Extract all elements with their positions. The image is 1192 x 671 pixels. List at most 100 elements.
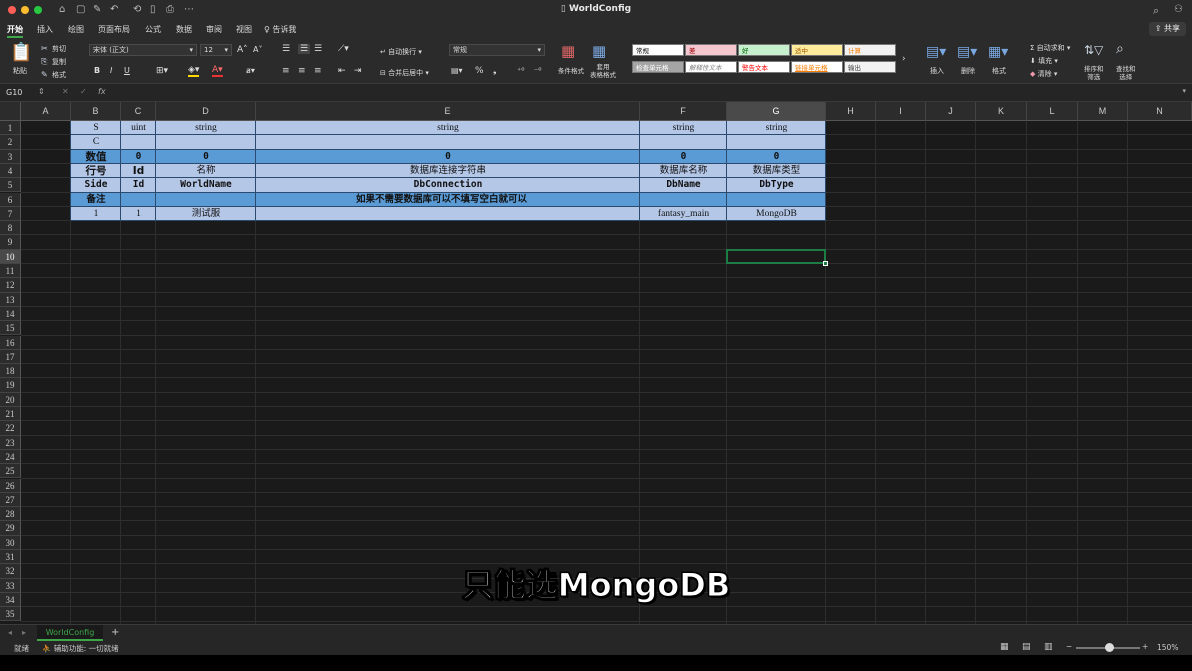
cell-F1[interactable]: string: [640, 121, 727, 135]
cell-B6[interactable]: 备注: [71, 193, 121, 207]
delete-cells-button[interactable]: 删除: [961, 66, 975, 76]
page-break-view-icon[interactable]: ▥: [1044, 642, 1053, 652]
tab-data[interactable]: 数据: [176, 24, 192, 35]
active-cell-selection[interactable]: [726, 248, 826, 264]
row-header-16[interactable]: 16: [0, 335, 21, 350]
format-cells-icon[interactable]: ▦▾: [988, 45, 1008, 59]
cell-C3[interactable]: 0: [121, 150, 156, 164]
column-header-L[interactable]: L: [1027, 102, 1078, 121]
normal-view-icon[interactable]: ▦: [1000, 642, 1009, 652]
fill-handle[interactable]: [823, 261, 828, 266]
style-linked-cell[interactable]: 链接单元格: [791, 61, 843, 73]
share-button[interactable]: ⇪ 共享: [1148, 22, 1186, 36]
cell-G3[interactable]: 0: [727, 150, 826, 164]
chevron-right-icon[interactable]: ›: [902, 54, 906, 64]
fill-button[interactable]: ⬇ 填充 ▾: [1030, 56, 1058, 66]
column-header-D[interactable]: D: [156, 102, 256, 121]
function-icon[interactable]: fx: [98, 87, 106, 96]
row-header-2[interactable]: 2: [0, 135, 21, 150]
tab-insert[interactable]: 插入: [37, 24, 53, 35]
format-painter-icon[interactable]: ✎: [41, 69, 48, 80]
accessibility-status[interactable]: ⛹ 辅助功能: 一切就绪: [42, 643, 119, 654]
enter-icon[interactable]: ✓: [80, 87, 87, 96]
cell-G7[interactable]: MongoDB: [727, 207, 826, 221]
cell-F4[interactable]: 数据库名称: [640, 164, 727, 178]
clear-button[interactable]: ◆ 清除 ▾: [1030, 69, 1057, 79]
copy-button[interactable]: 复制: [52, 57, 66, 67]
row-header-5[interactable]: 5: [0, 178, 21, 193]
name-box[interactable]: G10: [6, 88, 22, 97]
zoom-slider-thumb[interactable]: [1105, 643, 1114, 652]
cell-B1[interactable]: S: [71, 121, 121, 135]
column-header-I[interactable]: I: [876, 102, 926, 121]
copy-icon[interactable]: ⎘: [41, 56, 47, 67]
align-top-icon[interactable]: ☰: [282, 44, 290, 54]
prev-sheet-icon[interactable]: ◂: [8, 628, 12, 637]
cell-D1[interactable]: string: [156, 121, 256, 135]
row-header-22[interactable]: 22: [0, 421, 21, 436]
cell-G5[interactable]: DbType: [727, 178, 826, 192]
style-bad[interactable]: 差: [685, 44, 737, 56]
fill-color-icon[interactable]: ◈▾: [188, 65, 200, 77]
row-header-35[interactable]: 35: [0, 607, 21, 622]
tab-review[interactable]: 审阅: [206, 24, 222, 35]
increase-indent-icon[interactable]: ⇥: [354, 66, 362, 76]
conditional-format-icon[interactable]: ▦: [561, 44, 575, 59]
column-header-B[interactable]: B: [71, 102, 121, 121]
row-header-11[interactable]: 11: [0, 264, 21, 279]
increase-decimal-icon[interactable]: ⁺⁰: [517, 66, 524, 75]
row-header-8[interactable]: 8: [0, 221, 21, 236]
row-header-24[interactable]: 24: [0, 449, 21, 465]
row-header-20[interactable]: 20: [0, 392, 21, 407]
row-header-15[interactable]: 15: [0, 321, 21, 336]
add-sheet-button[interactable]: +: [111, 627, 119, 638]
name-box-dropdown-icon[interactable]: ⇕: [38, 87, 45, 96]
cell-F3[interactable]: 0: [640, 150, 727, 164]
cell-C5[interactable]: Id: [121, 178, 156, 192]
style-check-cell[interactable]: 检查单元格: [632, 61, 684, 73]
expand-formula-icon[interactable]: ▾: [1182, 87, 1186, 95]
currency-icon[interactable]: ▤▾: [451, 66, 463, 75]
select-all-corner[interactable]: [0, 102, 21, 121]
font-effects-icon[interactable]: ⱥ▾: [246, 66, 255, 75]
bold-button[interactable]: B: [94, 66, 100, 75]
find-select-button[interactable]: 查找和 选择: [1116, 65, 1136, 81]
row-header-6[interactable]: 6: [0, 192, 21, 207]
column-header-M[interactable]: M: [1078, 102, 1128, 121]
style-calculation[interactable]: 计算: [844, 44, 896, 56]
cell-E1[interactable]: string: [256, 121, 640, 135]
increase-font-button[interactable]: A˄: [237, 45, 248, 55]
orientation-icon[interactable]: ⟋▾: [338, 44, 349, 54]
column-header-K[interactable]: K: [976, 102, 1027, 121]
row-header-3[interactable]: 3: [0, 149, 21, 164]
sheet-tab-worldconfig[interactable]: WorldConfig: [37, 625, 103, 641]
font-name-select[interactable]: 宋体 (正文) ▾: [89, 44, 197, 56]
column-header-F[interactable]: F: [640, 102, 727, 121]
column-header-E[interactable]: E: [256, 102, 640, 121]
next-sheet-icon[interactable]: ▸: [22, 628, 26, 637]
merge-center-button[interactable]: ⊟ 合并后居中 ▾: [380, 68, 429, 78]
cell-B4[interactable]: 行号: [71, 164, 121, 178]
decrease-indent-icon[interactable]: ⇤: [338, 66, 346, 76]
style-explanatory[interactable]: 解释性文本: [685, 61, 737, 73]
cell-B5[interactable]: Side: [71, 178, 121, 192]
row-header-13[interactable]: 13: [0, 292, 21, 307]
cell-D6[interactable]: 如果不需要数据库可以不填写空白就可以: [156, 193, 727, 207]
row-header-7[interactable]: 7: [0, 206, 21, 222]
cell-E3[interactable]: 0: [256, 150, 640, 164]
cell-E5[interactable]: DbConnection: [256, 178, 640, 192]
decrease-font-button[interactable]: A˅: [253, 45, 262, 54]
insert-cells-icon[interactable]: ▤▾: [926, 45, 946, 59]
search-icon[interactable]: ⌕: [1153, 4, 1159, 18]
comma-button[interactable]: ❟: [493, 66, 497, 76]
column-header-J[interactable]: J: [926, 102, 976, 121]
row-header-4[interactable]: 4: [0, 163, 21, 179]
number-format-select[interactable]: 常规 ▾: [449, 44, 545, 56]
cell-D3[interactable]: 0: [156, 150, 256, 164]
style-good[interactable]: 好: [738, 44, 790, 56]
font-color-icon[interactable]: A▾: [212, 65, 223, 77]
cell-B7[interactable]: 1: [71, 207, 121, 221]
row-header-12[interactable]: 12: [0, 278, 21, 293]
format-cells-button[interactable]: 格式: [992, 66, 1006, 76]
style-warning[interactable]: 警告文本: [738, 61, 790, 73]
